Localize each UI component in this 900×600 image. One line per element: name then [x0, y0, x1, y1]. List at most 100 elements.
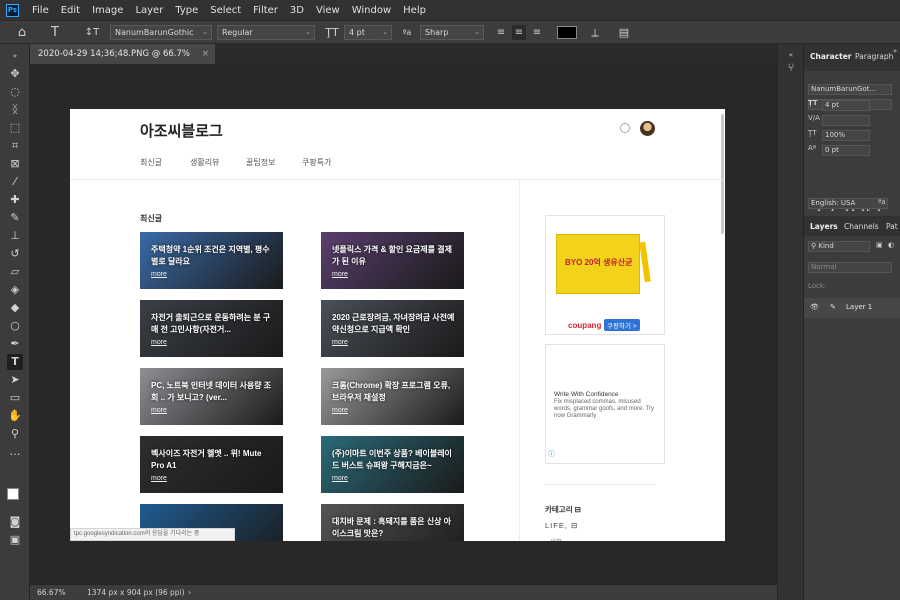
font-style-dropdown[interactable]: Regular ⌄: [217, 25, 315, 40]
post-title: 크롬(Chrome) 확장 프로그램 오류, 브라우저 재설정: [332, 381, 451, 402]
post-more-link: more: [151, 407, 167, 414]
blog-title: 아조씨블로그: [140, 123, 223, 140]
screen-mode-icon[interactable]: ▣: [7, 532, 23, 548]
layer-filter-kind-dropdown[interactable]: ⚲ Kind: [808, 241, 870, 252]
category-heading: 카테고리 ⊟: [545, 505, 581, 514]
font-family-dropdown[interactable]: NanumBarunGothic ⌄: [110, 25, 212, 40]
blur-tool-icon[interactable]: ◆: [7, 300, 23, 316]
tab-paragraph[interactable]: Paragraph: [855, 52, 893, 61]
post-title: 자전거 출퇴근으로 운동하려는 분 구매 전 고민사항(자전거...: [151, 313, 271, 334]
post-card: (주)이마트 이번주 상품? 베이블레이드 버스트 슈퍼왕 구해지금은~ mor…: [321, 436, 464, 493]
quick-selection-tool-icon[interactable]: ⬚: [7, 120, 23, 136]
tab-character[interactable]: Character: [810, 52, 851, 61]
menu-select[interactable]: Select: [204, 5, 247, 16]
align-center-icon[interactable]: ≡: [512, 25, 526, 40]
browser-status-url: tpc.googlesyndication.com의 응답을 기다리는 중: [70, 528, 235, 541]
chevron-down-icon: ⌄: [382, 28, 388, 36]
menu-filter[interactable]: Filter: [247, 5, 284, 16]
align-right-icon[interactable]: ≡: [530, 25, 544, 40]
char-kerning-field[interactable]: [822, 115, 870, 126]
history-brush-tool-icon[interactable]: ↺: [7, 246, 23, 262]
document-tab[interactable]: 2020-04-29 14;36;48.PNG @ 66.7% (RGB/8) …: [30, 44, 215, 79]
tab-paths[interactable]: Pat: [886, 222, 898, 231]
document-dimensions: 1374 px x 904 px (96 ppi): [87, 588, 185, 597]
frame-tool-icon[interactable]: ⊠: [7, 156, 23, 172]
menu-edit[interactable]: Edit: [55, 5, 86, 16]
char-scale-field[interactable]: 100%: [822, 130, 870, 141]
lasso-tool-icon[interactable]: ᛝ: [7, 102, 23, 118]
text-tool-preset-icon[interactable]: T: [46, 25, 64, 40]
search-icon: [620, 123, 630, 133]
tab-layers[interactable]: Layers: [810, 222, 838, 231]
move-tool-icon[interactable]: ✥: [7, 66, 23, 82]
hand-tool-icon[interactable]: ✋: [7, 408, 23, 424]
warp-text-icon[interactable]: ⟂: [588, 25, 602, 40]
zoom-tool-icon[interactable]: ⚲: [7, 426, 23, 442]
history-panel-icon[interactable]: ⑂: [784, 60, 798, 75]
post-card: PC, 노트북 인터넷 데이터 사용량 조회 .. 가 보니고? (ver...…: [140, 368, 283, 425]
clone-stamp-tool-icon[interactable]: ⊥: [7, 228, 23, 244]
menu-window[interactable]: Window: [346, 5, 397, 16]
eraser-tool-icon[interactable]: ▱: [7, 264, 23, 280]
home-icon[interactable]: ⌂: [14, 25, 30, 40]
foreground-color-swatch[interactable]: [7, 488, 19, 500]
char-font-family-dropdown[interactable]: NanumBarunGot...: [808, 84, 892, 95]
brush-tool-icon[interactable]: ✎: [7, 210, 23, 226]
post-card: 자전거 출퇴근으로 운동하려는 분 구매 전 고민사항(자전거... more: [140, 300, 283, 357]
sidebar-divider: [545, 484, 655, 485]
dodge-tool-icon[interactable]: ○: [7, 318, 23, 334]
char-baseline-field[interactable]: 0 pt: [822, 145, 870, 156]
nav-item-life-review: 생활리뷰: [190, 158, 220, 167]
crop-tool-icon[interactable]: ⌗: [7, 138, 23, 154]
char-size-field[interactable]: 4 pt: [822, 100, 870, 111]
quick-mask-icon[interactable]: ◙: [7, 514, 23, 530]
align-left-icon[interactable]: ≡: [494, 25, 508, 40]
text-orientation-icon[interactable]: ↕T: [84, 25, 100, 40]
post-title: 2020 근로장려금, 자녀장려금 사전예약신청으로 지급액 확인: [332, 313, 455, 334]
filter-adjustment-icon[interactable]: ◐: [888, 241, 894, 249]
kerning-icon: V/A: [808, 114, 820, 122]
edit-toolbar-icon[interactable]: …: [7, 444, 23, 460]
close-icon[interactable]: ×: [202, 44, 209, 64]
font-size-dropdown[interactable]: 4 pt ⌄: [344, 25, 392, 40]
layer-name[interactable]: Layer 1: [846, 303, 872, 311]
avatar: [640, 121, 655, 136]
document-image: 아조씨블로그 최신글 생활리뷰 꿀팁정보 쿠팡특가 최신글 주택청약 1순위 조…: [70, 109, 725, 541]
menu-view[interactable]: View: [310, 5, 346, 16]
grammarly-ad: Write With Confidence Fix misplaced comm…: [545, 344, 665, 464]
eye-icon[interactable]: 👁: [810, 303, 819, 311]
chevron-down-icon: ⌄: [305, 28, 311, 36]
status-menu-arrow-icon[interactable]: ›: [188, 585, 191, 600]
rectangle-tool-icon[interactable]: ▭: [7, 390, 23, 406]
sharp-label: ªa: [878, 198, 886, 206]
text-color-swatch[interactable]: [557, 26, 577, 39]
marquee-tool-icon[interactable]: ◌: [7, 84, 23, 100]
collapse-arrows-icon[interactable]: »: [7, 48, 23, 64]
menu-type[interactable]: Type: [169, 5, 204, 16]
menu-3d[interactable]: 3D: [284, 5, 310, 16]
paint-bucket-tool-icon[interactable]: ◈: [7, 282, 23, 298]
path-selection-tool-icon[interactable]: ➤: [7, 372, 23, 388]
page-scrollbar: [721, 114, 724, 234]
character-panel-toggle-icon[interactable]: ▤: [617, 25, 631, 40]
post-more-link: more: [332, 407, 348, 414]
chevron-down-icon: ⌄: [202, 28, 208, 36]
zoom-level[interactable]: 66.67%: [37, 585, 66, 600]
filter-image-icon[interactable]: ▣: [876, 241, 883, 249]
menu-layer[interactable]: Layer: [129, 5, 169, 16]
language-dropdown[interactable]: English: USA: [808, 198, 888, 209]
post-card: 대치바 문제 : 흑돼지를 품은 신상 아이스크림 맛은?: [321, 504, 464, 541]
tab-channels[interactable]: Channels: [844, 222, 879, 231]
info-icon: ⓘ: [548, 451, 555, 458]
anti-alias-dropdown[interactable]: Sharp ⌄: [420, 25, 484, 40]
blend-mode-dropdown[interactable]: Normal: [808, 262, 892, 273]
healing-brush-tool-icon[interactable]: ✚: [7, 192, 23, 208]
menu-file[interactable]: File: [26, 5, 55, 16]
post-title: 넷플릭스 가격 & 할인 요금제를 결제가 된 이유: [332, 245, 452, 266]
menu-image[interactable]: Image: [86, 5, 129, 16]
pen-tool-icon[interactable]: ✒: [7, 336, 23, 352]
eyedropper-tool-icon[interactable]: ⁄: [7, 174, 23, 190]
menu-help[interactable]: Help: [397, 5, 432, 16]
nav-item-latest: 최신글: [140, 158, 163, 167]
type-tool-icon[interactable]: T: [7, 354, 23, 370]
